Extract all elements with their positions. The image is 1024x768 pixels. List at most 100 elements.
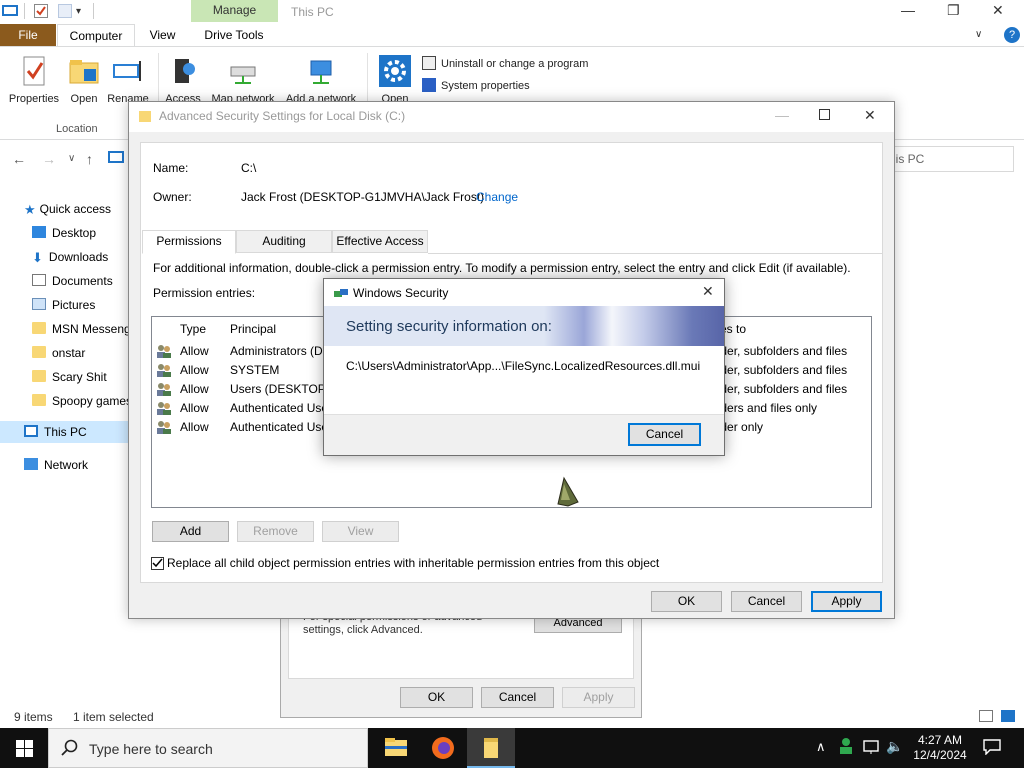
tab-computer[interactable]: Computer [57, 24, 135, 46]
nav-this-pc[interactable]: This PC [0, 421, 130, 443]
replace-child-permissions-label[interactable]: Replace all child object permission entr… [167, 556, 659, 570]
nav-item-folder[interactable]: MSN Messeng [32, 318, 131, 340]
properties-qat-icon[interactable] [34, 4, 48, 18]
network-status-icon[interactable] [863, 739, 881, 755]
add-button[interactable]: Add [152, 521, 229, 542]
rename-button[interactable]: Rename [104, 55, 152, 105]
search-box[interactable]: his PC [884, 146, 1014, 172]
cancel-button[interactable]: Cancel [731, 591, 802, 612]
close-icon[interactable]: ✕ [992, 2, 1004, 19]
network-drive-icon [227, 55, 259, 87]
qat-dropdown-icon[interactable]: ▾ [76, 6, 90, 20]
view-button[interactable]: View [322, 521, 399, 542]
qat-divider [93, 3, 94, 19]
rename-icon [112, 55, 144, 87]
this-pc-icon [2, 5, 18, 16]
nav-item-label: Scary Shit [52, 370, 107, 384]
cancel-button[interactable]: Cancel [628, 423, 701, 446]
properties-label: Properties [8, 93, 60, 105]
large-icons-view-icon[interactable] [1001, 710, 1015, 722]
new-folder-qat-icon[interactable] [58, 4, 72, 18]
properties-button[interactable]: Properties [6, 55, 62, 105]
tab-effective-access[interactable]: Effective Access [332, 230, 428, 253]
column-header-type[interactable]: Type [180, 322, 206, 336]
nav-quick-access[interactable]: ★ Quick access [24, 198, 111, 220]
apply-button[interactable]: Apply [811, 591, 882, 612]
tab-auditing[interactable]: Auditing [236, 230, 332, 253]
ok-button[interactable]: OK [400, 687, 473, 708]
column-header-principal[interactable]: Principal [230, 322, 276, 336]
nav-item-folder[interactable]: Scary Shit [32, 366, 107, 388]
replace-child-permissions-checkbox[interactable] [151, 557, 164, 570]
tab-manage[interactable]: Manage [191, 0, 278, 22]
open-settings-button[interactable]: Open [376, 55, 414, 105]
desktop-icon [32, 226, 46, 238]
system-properties-icon [422, 78, 436, 92]
notifications-icon[interactable] [983, 739, 1001, 756]
windows-start-icon[interactable] [16, 740, 33, 757]
ribbon-collapse-icon[interactable]: ∨ [975, 29, 982, 40]
nav-item-label: Downloads [48, 250, 109, 264]
close-icon[interactable]: ✕ [702, 283, 714, 300]
remove-button[interactable]: Remove [237, 521, 314, 542]
maximize-icon[interactable] [819, 109, 830, 120]
row-principal: Authenticated Use [230, 420, 329, 434]
tab-file[interactable]: File [0, 24, 56, 46]
restore-icon[interactable]: ❐ [947, 2, 960, 19]
nav-item-pictures[interactable]: Pictures [32, 294, 95, 316]
dialog-banner: Setting security information on: [324, 306, 724, 346]
access-media-button[interactable]: Access [162, 55, 204, 105]
ok-button[interactable]: OK [651, 591, 722, 612]
system-properties-button[interactable]: System properties [422, 78, 530, 92]
map-network-drive-button[interactable]: Map network [207, 55, 279, 105]
back-icon[interactable]: ← [12, 151, 26, 167]
close-icon[interactable]: ✕ [864, 107, 876, 124]
name-label: Name: [153, 161, 189, 175]
file-explorer-taskbar-button[interactable] [371, 728, 419, 768]
pictures-icon [32, 298, 46, 310]
clock[interactable]: 4:27 AM 12/4/2024 [908, 733, 972, 768]
folder-icon [32, 370, 46, 382]
uninstall-program-button[interactable]: Uninstall or change a program [422, 56, 588, 70]
apply-button[interactable]: Apply [562, 687, 635, 708]
taskbar-search-box[interactable]: Type here to search [48, 728, 368, 768]
dialog-titlebar: Advanced Security Settings for Local Dis… [129, 102, 894, 132]
tab-view[interactable]: View [140, 24, 185, 46]
row-applies-to: older, subfolders and files [711, 344, 848, 358]
nav-item-label: onstar [52, 346, 86, 360]
change-owner-link[interactable]: Change [476, 190, 518, 204]
nav-network[interactable]: Network [24, 454, 88, 476]
recent-locations-icon[interactable]: ∨ [68, 153, 75, 164]
cancel-button[interactable]: Cancel [481, 687, 554, 708]
this-pc-icon [24, 425, 38, 437]
explorer-titlebar: ▾ Manage This PC — ❐ ✕ [0, 0, 1024, 24]
nav-item-documents[interactable]: Documents [32, 270, 113, 292]
volume-icon[interactable]: 🔈 [886, 738, 903, 768]
status-item-count: 9 items [14, 710, 53, 724]
nav-item-downloads[interactable]: ⬇ Downloads [32, 246, 108, 268]
help-icon[interactable]: ? [1004, 27, 1020, 43]
up-icon[interactable]: ↑ [86, 151, 93, 167]
nav-item-folder[interactable]: Spoopy games [32, 390, 132, 412]
tab-permissions[interactable]: Permissions [142, 230, 236, 254]
details-view-icon[interactable] [979, 710, 993, 722]
users-icon [156, 401, 172, 415]
open-button[interactable]: Open [66, 55, 102, 105]
tab-drive-tools[interactable]: Drive Tools [193, 24, 275, 46]
nav-item-desktop[interactable]: Desktop [32, 222, 96, 244]
minimize-icon[interactable]: — [775, 107, 789, 123]
system-properties-label: System properties [441, 80, 530, 92]
nav-item-folder[interactable]: onstar [32, 342, 85, 364]
minimize-icon[interactable]: — [901, 2, 915, 18]
user-status-icon[interactable] [838, 737, 854, 755]
add-network-location-button[interactable]: Add a network [282, 55, 360, 105]
active-app-taskbar-button[interactable] [467, 728, 515, 768]
busy-cursor-icon [556, 476, 580, 508]
firefox-taskbar-button[interactable] [419, 728, 467, 768]
users-icon [156, 344, 172, 358]
window-title: This PC [291, 5, 334, 19]
location-group-label: Location [56, 123, 98, 135]
forward-icon[interactable]: → [42, 151, 56, 167]
show-hidden-icons-icon[interactable]: ∧ [816, 739, 826, 768]
row-type: Allow [180, 363, 209, 377]
